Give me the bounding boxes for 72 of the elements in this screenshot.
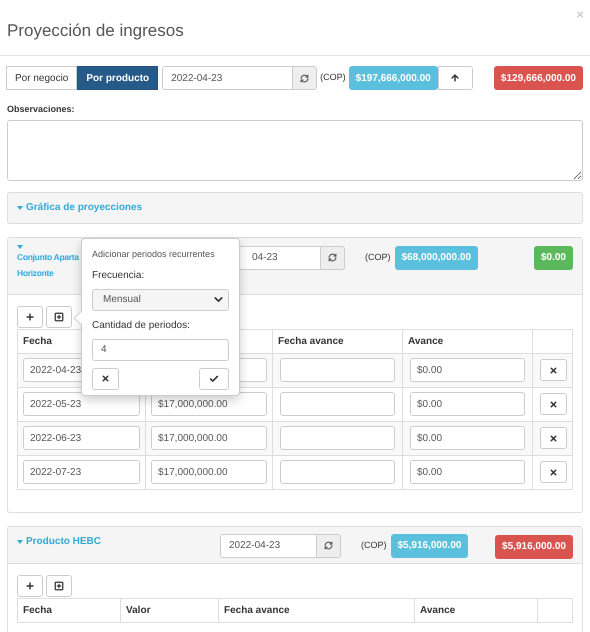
date-field[interactable]: 2022-04-23 bbox=[220, 534, 317, 558]
column-header: Fecha bbox=[23, 334, 52, 348]
close-icon bbox=[549, 366, 558, 374]
difference-badge: $129,666,000.00 bbox=[494, 66, 583, 90]
check-icon bbox=[209, 374, 219, 384]
date-field[interactable]: 2022-06-23 bbox=[23, 426, 140, 450]
delete-button[interactable] bbox=[540, 427, 567, 449]
column-header: Avance bbox=[420, 604, 456, 618]
column-header: Valor bbox=[126, 604, 150, 618]
square-plus-icon bbox=[54, 580, 64, 590]
square-plus-icon bbox=[54, 312, 64, 322]
close-icon bbox=[549, 434, 558, 442]
close-icon bbox=[101, 374, 110, 383]
refresh-button[interactable] bbox=[317, 534, 341, 558]
view-tab[interactable]: Por negocio bbox=[6, 66, 78, 90]
refresh-icon bbox=[300, 74, 310, 82]
add-button[interactable] bbox=[17, 574, 43, 596]
close-icon bbox=[549, 400, 558, 408]
dialog-title: Proyección de ingresos bbox=[7, 20, 184, 42]
observaciones-label: Observaciones: bbox=[7, 103, 76, 116]
currency-label: (COP) bbox=[365, 250, 390, 264]
advance-date-field[interactable] bbox=[280, 426, 395, 450]
delete-button[interactable] bbox=[540, 359, 567, 381]
add-recurring-button[interactable] bbox=[46, 574, 72, 596]
column-header: Fecha avance bbox=[278, 334, 344, 348]
move-up-button[interactable] bbox=[438, 66, 473, 90]
popover-title: Adicionar periodos recurrentes bbox=[92, 248, 216, 261]
refresh-icon bbox=[324, 541, 333, 550]
arrow-up-icon bbox=[450, 73, 460, 83]
difference-badge: $0.00 bbox=[534, 246, 573, 270]
total-badge: $197,666,000.00 bbox=[348, 66, 438, 90]
refresh-button[interactable] bbox=[293, 66, 318, 90]
cancel-button[interactable] bbox=[92, 368, 119, 390]
observaciones-field[interactable] bbox=[7, 120, 583, 180]
add-recurring-button[interactable] bbox=[46, 306, 72, 328]
column-header: Avance bbox=[408, 334, 444, 348]
value-field[interactable]: $17,000,000.00 bbox=[151, 426, 267, 450]
refresh-button[interactable] bbox=[321, 246, 345, 270]
advance-field[interactable]: $0.00 bbox=[410, 460, 525, 484]
date-field[interactable]: 2022-04-23 bbox=[162, 66, 294, 90]
date-field[interactable]: 2022-05-23 bbox=[23, 392, 140, 416]
count-field[interactable]: 4 bbox=[92, 338, 229, 360]
column-header: Fecha avance bbox=[224, 604, 290, 618]
total-badge: $68,000,000.00 bbox=[394, 246, 478, 270]
advance-field[interactable]: $0.00 bbox=[410, 426, 525, 450]
close-icon bbox=[549, 468, 558, 476]
caret-icon bbox=[17, 244, 23, 248]
delete-button[interactable] bbox=[540, 393, 567, 415]
value-field[interactable]: $17,000,000.00 bbox=[151, 460, 267, 484]
advance-date-field[interactable] bbox=[280, 358, 395, 382]
currency-label: (COP) bbox=[320, 71, 346, 84]
frequency-label: Frecuencia: bbox=[92, 268, 146, 282]
add-button[interactable] bbox=[17, 306, 43, 328]
advance-date-field[interactable] bbox=[280, 392, 395, 416]
total-badge: $5,916,000.00 bbox=[390, 534, 468, 558]
advance-date-field[interactable] bbox=[280, 460, 395, 484]
difference-badge: $5,916,000.00 bbox=[495, 534, 573, 558]
plus-icon bbox=[25, 312, 35, 322]
advance-field[interactable]: $0.00 bbox=[410, 358, 525, 382]
delete-button[interactable] bbox=[540, 461, 567, 483]
frequency-select[interactable]: Mensual bbox=[92, 288, 229, 310]
caret-icon bbox=[17, 540, 23, 544]
currency-label: (COP) bbox=[361, 538, 386, 552]
plus-icon bbox=[25, 580, 35, 590]
refresh-icon bbox=[328, 253, 337, 262]
date-field[interactable]: 2022-07-23 bbox=[23, 460, 140, 484]
count-label: Cantidad de periodos: bbox=[92, 318, 191, 332]
confirm-button[interactable] bbox=[199, 368, 229, 390]
column-header: Fecha bbox=[23, 604, 52, 618]
caret-icon bbox=[17, 206, 23, 210]
view-tab[interactable]: Por producto bbox=[77, 66, 158, 90]
advance-field[interactable]: $0.00 bbox=[410, 392, 525, 416]
